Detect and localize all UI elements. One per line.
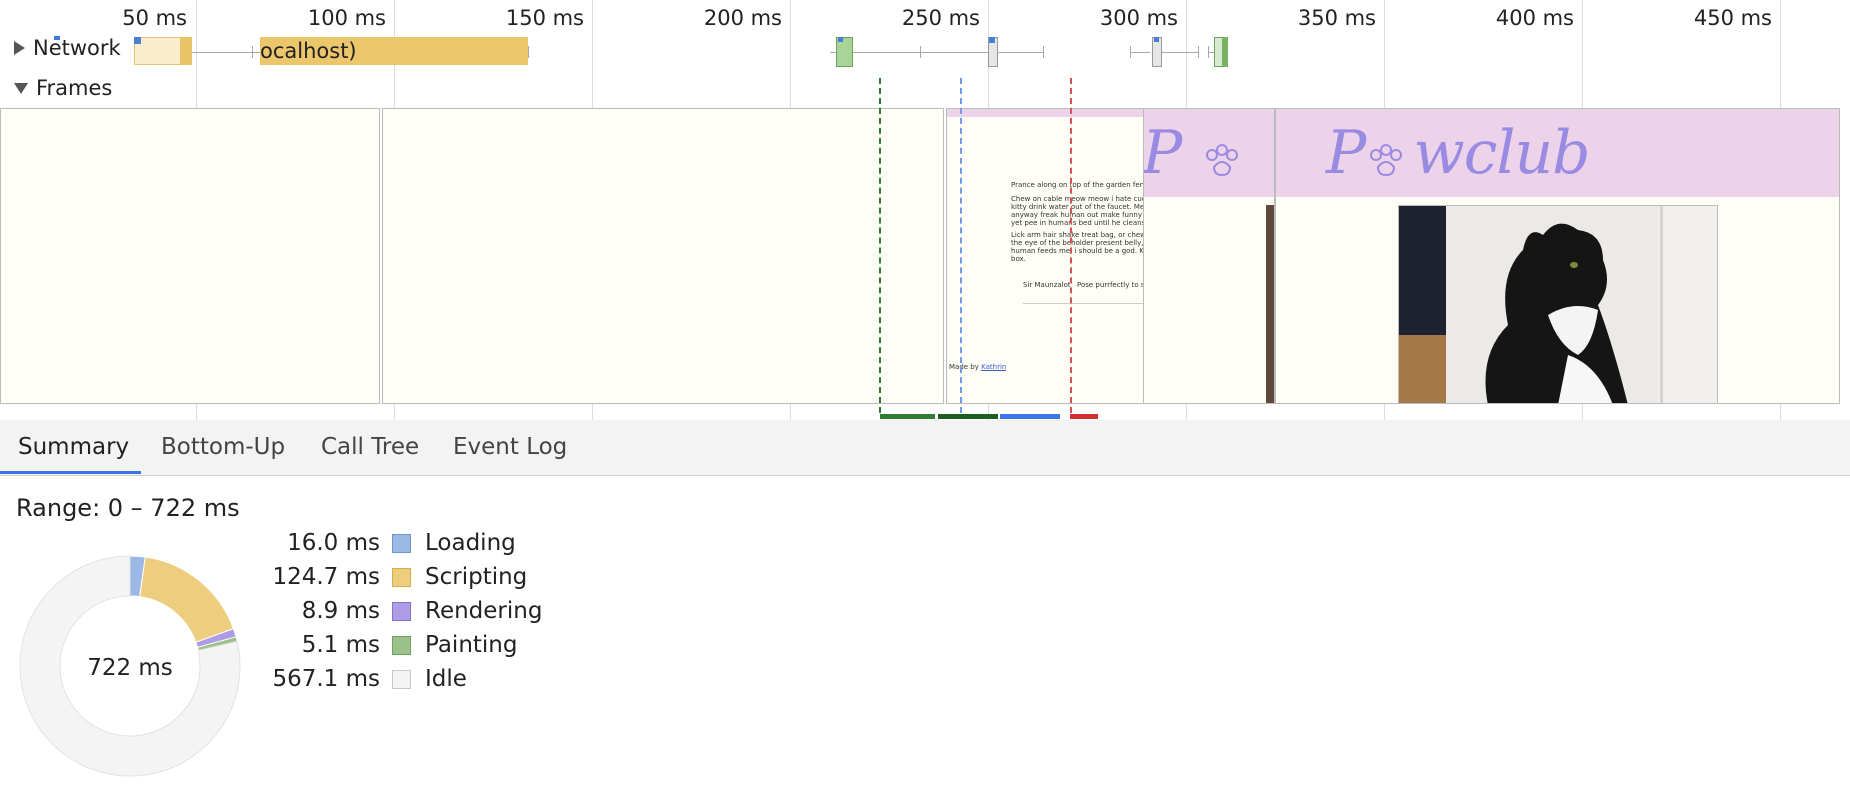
legend-row-idle: 567.1 ms Idle bbox=[250, 662, 467, 696]
legend-row-loading: 16.0 ms Loading bbox=[250, 526, 516, 560]
request-wait-cap bbox=[252, 46, 253, 58]
ruler-tick-label: 100 ms bbox=[307, 6, 386, 30]
legend-row-painting: 5.1 ms Painting bbox=[250, 628, 518, 662]
cat-photo-frame bbox=[1398, 205, 1718, 403]
legend-value: 124.7 ms bbox=[272, 564, 380, 590]
thumb-cat-name: Sir Maunzalot bbox=[1023, 281, 1071, 289]
frame-thumbnail-empty[interactable] bbox=[382, 108, 944, 404]
thumb-paragraph: yet pee in humans bed until he cleans th… bbox=[1011, 219, 1146, 227]
details-tab-strip: Summary Bottom-Up Call Tree Event Log bbox=[0, 420, 1850, 476]
ruler-tick-label: 250 ms bbox=[901, 6, 980, 30]
legend-value: 5.1 ms bbox=[301, 632, 380, 658]
thumb-brand-logo: P bbox=[1143, 118, 1183, 188]
thumb-paragraph: Chew on cable meow meow i hate cucumber … bbox=[1011, 195, 1145, 203]
tab-call-tree[interactable]: Call Tree bbox=[303, 420, 437, 475]
network-request-label: ocalhost) bbox=[260, 39, 357, 63]
request-wait-line bbox=[853, 52, 1043, 53]
summary-panel: Range: 0 – 722 ms 722 ms 16.0 ms Loading… bbox=[0, 476, 1850, 786]
timing-bar bbox=[1000, 414, 1060, 419]
load-event-marker bbox=[1070, 78, 1072, 413]
request-cap bbox=[1198, 46, 1199, 58]
request-wait-line bbox=[1162, 52, 1198, 53]
thumb-paragraph: the eye of the beholder present belly, s… bbox=[1011, 239, 1145, 247]
network-marker bbox=[54, 36, 60, 40]
thumb-paragraph: kitty drink water out of the faucet. Meo… bbox=[1011, 203, 1145, 211]
ruler-tick-label: 150 ms bbox=[505, 6, 584, 30]
paw-icon bbox=[1370, 144, 1402, 177]
request-loading-marker bbox=[1154, 37, 1159, 42]
timing-bar bbox=[880, 414, 935, 419]
thumb-paragraph: Lick arm hair shake treat bag, or chew o… bbox=[1011, 231, 1146, 239]
legend-label: Rendering bbox=[425, 598, 543, 624]
legend-swatch bbox=[392, 533, 411, 553]
donut-total-label: 722 ms bbox=[87, 655, 173, 681]
frames-row-label: Frames bbox=[36, 76, 113, 100]
request-cap bbox=[920, 46, 921, 58]
request-paint-segment bbox=[1222, 37, 1228, 67]
timing-bar bbox=[1070, 414, 1098, 419]
legend-swatch bbox=[392, 635, 411, 655]
paw-icon bbox=[1206, 144, 1238, 177]
network-request-localhost[interactable]: ocalhost) bbox=[260, 37, 528, 65]
request-loading-marker bbox=[134, 37, 141, 44]
frame-thumbnail-page[interactable]: Pwclub Pawclub bbox=[1275, 108, 1840, 404]
ruler-tick-label: 200 ms bbox=[703, 6, 782, 30]
timeline-overview[interactable]: 50 ms 100 ms 150 ms 200 ms 250 ms 300 ms… bbox=[0, 0, 1850, 420]
legend-value: 567.1 ms bbox=[272, 666, 380, 692]
thumb-brand-text: Pawclub bbox=[1276, 109, 1277, 110]
network-row-label: Network bbox=[33, 36, 121, 60]
thumb-paragraph: box. bbox=[1011, 255, 1026, 263]
dom-content-loaded-marker bbox=[879, 78, 881, 413]
active-tab-indicator bbox=[0, 471, 141, 474]
thumb-paragraph: Prance along on top of the garden fence,… bbox=[1011, 181, 1145, 189]
frames-row-toggle[interactable]: Frames bbox=[14, 76, 112, 100]
first-paint-marker bbox=[960, 78, 962, 413]
thumb-header bbox=[947, 109, 1145, 117]
ruler-tick-label: 350 ms bbox=[1297, 6, 1376, 30]
request-loading-marker bbox=[989, 37, 995, 43]
thumb-footer: Made by Kathrin bbox=[949, 363, 1007, 371]
donut-slice-scripting bbox=[139, 556, 235, 643]
request-loading-marker bbox=[838, 37, 843, 42]
expand-triangle-icon bbox=[14, 41, 25, 55]
legend-label: Painting bbox=[425, 632, 518, 658]
network-row-toggle[interactable]: Network bbox=[14, 36, 121, 60]
collapse-triangle-icon bbox=[14, 82, 28, 94]
tab-summary[interactable]: Summary bbox=[0, 420, 147, 475]
legend-swatch bbox=[392, 567, 411, 587]
thumb-paragraph: human feeds me, i should be a god. Kitty… bbox=[1011, 247, 1145, 255]
frame-thumbnail-page[interactable]: P bbox=[1143, 108, 1275, 404]
ruler-tick-label: 300 ms bbox=[1099, 6, 1178, 30]
thumb-paragraph: anyway freak human out make funny noise … bbox=[1011, 211, 1145, 219]
thumb-divider bbox=[1023, 303, 1145, 304]
range-label: Range: 0 – 722 ms bbox=[16, 494, 240, 522]
request-script-segment bbox=[180, 37, 192, 65]
ruler-tick-label: 450 ms bbox=[1693, 6, 1772, 30]
tab-bottom-up[interactable]: Bottom-Up bbox=[143, 420, 303, 475]
request-end-cap bbox=[528, 46, 529, 58]
summary-donut-chart: 722 ms bbox=[19, 555, 241, 777]
legend-row-rendering: 8.9 ms Rendering bbox=[250, 594, 543, 628]
legend-swatch bbox=[392, 601, 411, 621]
legend-swatch bbox=[392, 669, 411, 689]
legend-label: Scripting bbox=[425, 564, 528, 590]
thumb-photo-edge bbox=[1266, 205, 1274, 403]
legend-value: 16.0 ms bbox=[287, 530, 380, 556]
thumb-cat-caption: Pose purrfectly to show bbox=[1077, 281, 1145, 289]
ruler-tick-label: 50 ms bbox=[122, 6, 187, 30]
request-cap bbox=[1043, 46, 1044, 58]
request-wait-line bbox=[1130, 52, 1150, 53]
legend-label: Idle bbox=[425, 666, 467, 692]
ruler-tick-label: 400 ms bbox=[1495, 6, 1574, 30]
frame-thumbnail-empty[interactable] bbox=[0, 108, 380, 404]
timing-bar bbox=[938, 414, 998, 419]
legend-row-scripting: 124.7 ms Scripting bbox=[250, 560, 527, 594]
legend-value: 8.9 ms bbox=[301, 598, 380, 624]
tab-event-log[interactable]: Event Log bbox=[435, 420, 585, 475]
legend-label: Loading bbox=[425, 530, 516, 556]
frame-thumbnail-page[interactable]: Prance along on top of the garden fence,… bbox=[946, 108, 1146, 404]
